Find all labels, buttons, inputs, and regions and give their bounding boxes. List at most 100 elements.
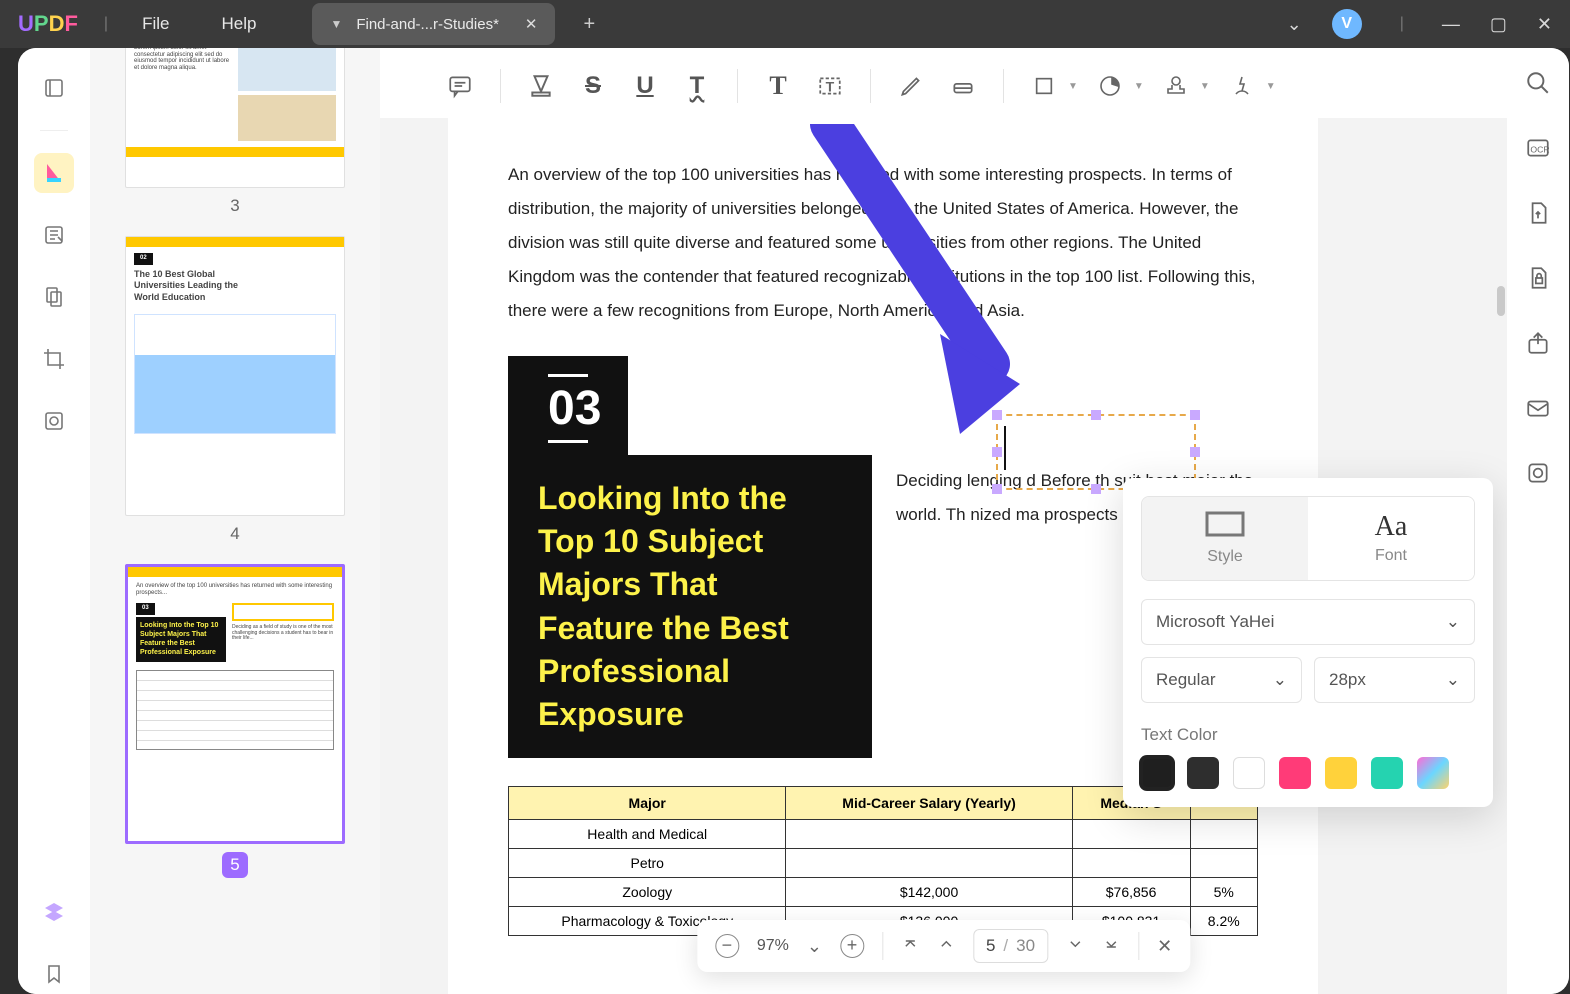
crop-tool-button[interactable] <box>34 339 74 379</box>
thumbnail-label-current: 5 <box>222 852 248 878</box>
text-caret <box>1004 426 1006 470</box>
color-swatch-row <box>1141 757 1475 789</box>
last-page-button[interactable] <box>1102 935 1120 958</box>
edit-mode-button[interactable] <box>34 215 74 255</box>
window-close-button[interactable]: ✕ <box>1537 14 1552 35</box>
font-size-dropdown[interactable]: 28px⌄ <box>1314 657 1475 703</box>
chevron-down-icon[interactable]: ▼ <box>1134 81 1144 92</box>
color-swatch[interactable] <box>1187 757 1219 789</box>
document-canvas[interactable]: An overview of the top 100 universities … <box>380 118 1507 994</box>
thumbnail-page-4[interactable]: 02 The 10 Best Global Universities Leadi… <box>125 236 345 516</box>
annotation-toolbar: S U T T T ▼ ▼ ▼ ▼ <box>380 54 1507 118</box>
first-page-button[interactable] <box>901 935 919 958</box>
search-button[interactable] <box>1525 70 1551 101</box>
app-logo: UPDF <box>18 11 78 37</box>
convert-button[interactable] <box>1525 200 1551 231</box>
font-family-dropdown[interactable]: Microsoft YaHei⌄ <box>1141 599 1475 645</box>
thumbnail-panel: Lorem ipsum dolor sit amet consectetur a… <box>90 48 380 994</box>
comment-tool-button[interactable] <box>440 66 480 106</box>
close-paging-button[interactable]: ✕ <box>1157 936 1172 957</box>
font-preview-icon: Aa <box>1308 511 1474 543</box>
ocr-button[interactable]: OCR <box>1525 135 1551 166</box>
section-number-badge: 03 <box>508 356 628 457</box>
titlebar-dropdown-icon[interactable]: ⌄ <box>1287 14 1302 35</box>
tab-dropdown-icon[interactable]: ▼ <box>330 17 342 31</box>
window-maximize-button[interactable]: ▢ <box>1490 14 1507 35</box>
shape-tool-button[interactable] <box>1024 66 1064 106</box>
color-swatch[interactable] <box>1141 757 1173 789</box>
bookmark-button[interactable] <box>34 954 74 994</box>
squiggly-tool-button[interactable]: T <box>677 66 717 106</box>
document-tab[interactable]: ▼ Find-and-...r-Studies* ✕ <box>312 3 555 45</box>
right-rail: OCR <box>1507 48 1569 994</box>
tab-close-icon[interactable]: ✕ <box>525 15 538 33</box>
color-picker-swatch[interactable] <box>1417 757 1449 789</box>
comment-mode-button[interactable] <box>34 153 74 193</box>
signature-tool-button[interactable] <box>1222 66 1262 106</box>
table-header: Major <box>509 787 786 820</box>
user-avatar[interactable]: V <box>1332 9 1362 39</box>
page-tools-button[interactable] <box>34 277 74 317</box>
app-body: Lorem ipsum dolor sit amet consectetur a… <box>18 48 1569 994</box>
segmented-control: Style Aa Font <box>1141 496 1475 581</box>
strikethrough-tool-button[interactable]: S <box>573 66 613 106</box>
menu-file[interactable]: File <box>142 14 169 34</box>
text-tool-button[interactable]: T <box>758 66 798 106</box>
style-preview-icon <box>1142 511 1308 544</box>
chevron-down-icon[interactable]: ▼ <box>1266 81 1276 92</box>
underline-tool-button[interactable]: U <box>625 66 665 106</box>
titlebar: UPDF | File Help ▼ Find-and-...r-Studies… <box>0 0 1570 48</box>
font-weight-dropdown[interactable]: Regular⌄ <box>1141 657 1302 703</box>
prev-page-button[interactable] <box>937 935 955 958</box>
thumbnail-page-5[interactable]: An overview of the top 100 universities … <box>125 564 345 844</box>
color-swatch[interactable] <box>1371 757 1403 789</box>
pencil-tool-button[interactable] <box>891 66 931 106</box>
eraser-tool-button[interactable] <box>943 66 983 106</box>
left-rail <box>18 48 90 994</box>
share-button[interactable] <box>1525 330 1551 361</box>
protect-button[interactable] <box>1525 265 1551 296</box>
zoom-out-button[interactable]: − <box>715 934 739 958</box>
section-headline: Looking Into the Top 10 Subject Majors T… <box>508 455 872 758</box>
thumbnail-label: 4 <box>110 524 360 544</box>
window-minimize-button[interactable]: — <box>1442 14 1460 35</box>
chevron-down-icon[interactable]: ▼ <box>1068 81 1078 92</box>
text-color-label: Text Color <box>1141 725 1475 745</box>
chevron-down-icon: ⌄ <box>1446 670 1460 690</box>
next-page-button[interactable] <box>1066 935 1084 958</box>
color-swatch[interactable] <box>1325 757 1357 789</box>
svg-text:T: T <box>826 78 835 94</box>
paging-bar: − 97% ⌄ + 5 / 30 ✕ <box>697 920 1190 972</box>
tools-button[interactable] <box>34 401 74 441</box>
data-table: Major Mid-Career Salary (Yearly) Median … <box>508 786 1258 936</box>
layers-button[interactable] <box>34 892 74 932</box>
chevron-down-icon[interactable]: ▼ <box>1200 81 1210 92</box>
color-swatch[interactable] <box>1233 757 1265 789</box>
thumbnail-page-3[interactable]: Lorem ipsum dolor sit amet consectetur a… <box>125 48 345 188</box>
zoom-value: 97% <box>757 937 789 955</box>
menu-help[interactable]: Help <box>221 14 256 34</box>
text-properties-popup: Style Aa Font Microsoft YaHei⌄ Regular⌄ … <box>1123 478 1493 807</box>
email-button[interactable] <box>1525 395 1551 426</box>
reader-mode-button[interactable] <box>34 68 74 108</box>
page-number-field[interactable]: 5 / 30 <box>973 929 1048 963</box>
zoom-dropdown-icon[interactable]: ⌄ <box>807 936 822 957</box>
seg-style-tab[interactable]: Style <box>1142 497 1308 580</box>
thumbnail-label: 3 <box>110 196 360 216</box>
stamp-tool-button[interactable] <box>1156 66 1196 106</box>
svg-text:OCR: OCR <box>1530 144 1549 154</box>
separator: | <box>104 15 108 33</box>
body-paragraph: An overview of the top 100 universities … <box>508 158 1258 328</box>
table-header: Mid-Career Salary (Yearly) <box>786 787 1072 820</box>
sticker-tool-button[interactable] <box>1090 66 1130 106</box>
chevron-down-icon: ⌄ <box>1446 612 1460 632</box>
seg-font-tab[interactable]: Aa Font <box>1308 497 1474 580</box>
separator: | <box>1400 15 1404 33</box>
textbox-tool-button[interactable]: T <box>810 66 850 106</box>
zoom-in-button[interactable]: + <box>840 934 864 958</box>
print-button[interactable] <box>1525 460 1551 491</box>
highlight-tool-button[interactable] <box>521 66 561 106</box>
new-tab-button[interactable]: + <box>583 13 595 36</box>
color-swatch[interactable] <box>1279 757 1311 789</box>
scrollbar-thumb[interactable] <box>1497 286 1505 316</box>
